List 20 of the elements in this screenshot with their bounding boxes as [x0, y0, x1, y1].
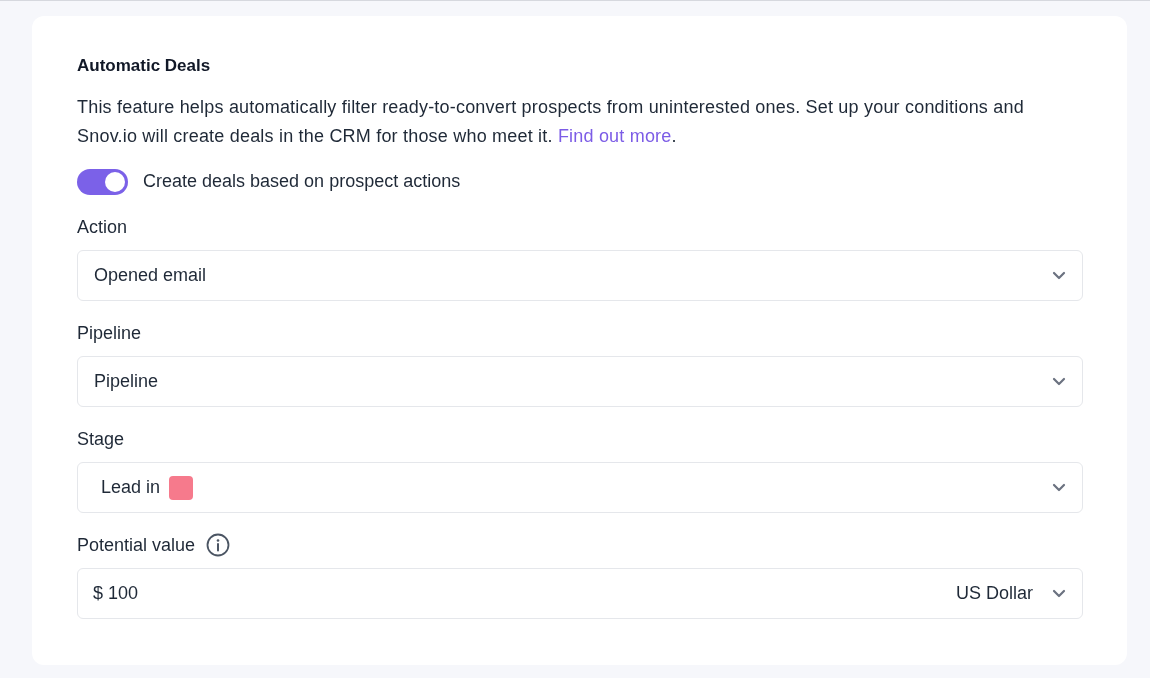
select-field[interactable]: Lead in — [77, 462, 1083, 513]
chevron-down-icon — [1052, 589, 1066, 598]
select-field[interactable]: Pipeline — [77, 356, 1083, 407]
chevron-down-icon — [1052, 483, 1066, 492]
section-title: Automatic Deals — [77, 55, 212, 77]
field-label: Action — [77, 215, 128, 239]
find-out-more-link[interactable]: Find out more — [557, 126, 672, 146]
value-field[interactable]: $ 100 US Dollar — [77, 568, 1083, 619]
currency-select[interactable]: US Dollar — [947, 569, 1082, 618]
value-text: $ 100 — [93, 583, 139, 603]
field-label: Pipeline — [77, 321, 142, 345]
select-field[interactable]: Opened email — [77, 250, 1083, 301]
description-text: This feature helps automatically filter ready-to-convert prospects from uninterested ones. Set up your conditions and Snov.io will create deals in the CRM for those who meet it. Find out more. — [77, 96, 1025, 148]
toggle-label: Create deals based on prospect actions — [143, 170, 461, 193]
field-label: Stage — [77, 427, 125, 451]
toggle-switch[interactable] — [77, 168, 128, 195]
field-label: Potential value — [77, 533, 196, 557]
chevron-down-icon — [1052, 377, 1066, 386]
chevron-down-icon — [1052, 271, 1066, 280]
stage-name: Lead in — [101, 476, 161, 499]
